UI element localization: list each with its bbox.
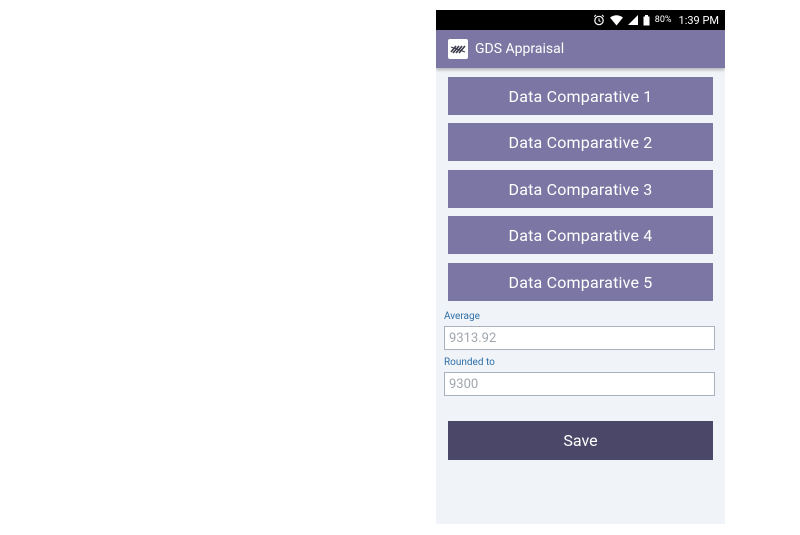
phone-screen: 80% 1:39 PM GDS Appraisal Data Comparati… (436, 10, 725, 524)
data-comparative-4-button[interactable]: Data Comparative 4 (448, 216, 713, 254)
signal-icon (627, 15, 638, 25)
app-bar: GDS Appraisal (436, 30, 725, 68)
battery-percentage: 80% (654, 15, 672, 25)
data-comparative-5-button[interactable]: Data Comparative 5 (448, 263, 713, 301)
clock: 1:39 PM (678, 13, 719, 27)
average-field[interactable]: 9313.92 (444, 326, 715, 350)
app-title: GDS Appraisal (475, 41, 565, 57)
rounded-to-label: Rounded to (444, 357, 495, 368)
data-comparative-3-button[interactable]: Data Comparative 3 (448, 170, 713, 208)
alarm-icon (593, 14, 605, 26)
average-label: Average (444, 311, 480, 322)
battery-icon (643, 14, 650, 26)
wifi-icon (609, 14, 623, 26)
data-comparative-2-button[interactable]: Data Comparative 2 (448, 123, 713, 161)
status-bar: 80% 1:39 PM (436, 10, 725, 30)
data-comparative-1-button[interactable]: Data Comparative 1 (448, 77, 713, 115)
rounded-to-field[interactable]: 9300 (444, 372, 715, 396)
gds-logo-icon (448, 39, 468, 59)
save-button[interactable]: Save (448, 421, 713, 460)
